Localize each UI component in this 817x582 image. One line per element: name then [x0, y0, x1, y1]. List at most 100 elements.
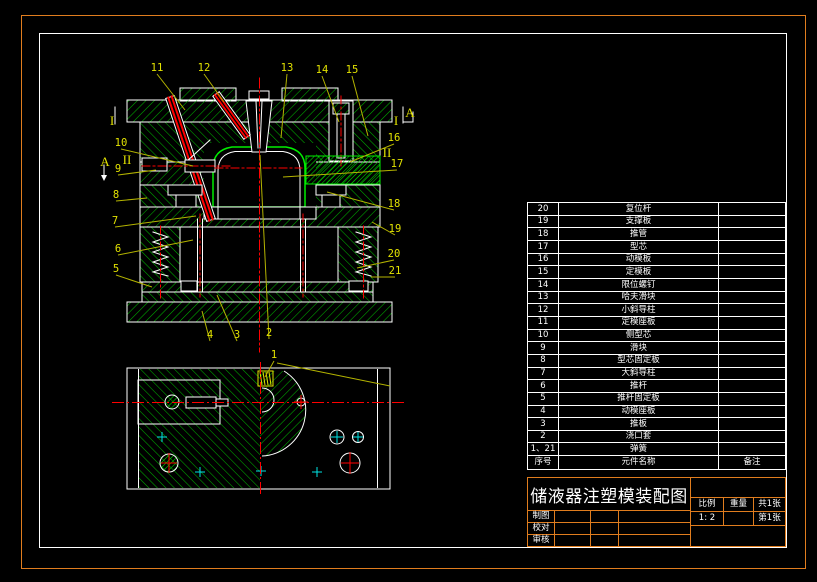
cell-remark [718, 355, 785, 367]
balloon-15: 15 [346, 64, 359, 76]
cell-name: 小斜导柱 [558, 304, 718, 316]
cell-no: 2 [528, 431, 558, 443]
balloon-6: 6 [115, 243, 121, 255]
cell-remark [718, 368, 785, 380]
table-row: 1、21弹簧 [528, 442, 785, 455]
balloon-5: 5 [113, 263, 119, 275]
balloon-1: 1 [271, 349, 277, 361]
balloon-11: 11 [151, 62, 164, 74]
cell-no: 12 [528, 304, 558, 316]
cell-name: 复位杆 [558, 203, 718, 215]
table-row: 11定模座板 [528, 316, 785, 329]
cell-remark [718, 393, 785, 405]
table-row: 16动模板 [528, 253, 785, 266]
sheets-total: 共1张 [754, 498, 785, 511]
balloon-3: 3 [234, 329, 240, 341]
cell-name: 侧型芯 [558, 330, 718, 342]
header-no: 序号 [528, 456, 558, 469]
cell-remark [718, 279, 785, 291]
table-row: 10侧型芯 [528, 329, 785, 342]
core-fix-step-left [168, 185, 202, 195]
cell-name: 弹簧 [558, 443, 718, 455]
cell-name: 浇口套 [558, 431, 718, 443]
balloon-16: 16 [388, 132, 401, 144]
drawing-title: 储液器注塑模装配图 [528, 478, 690, 511]
cell-no: 8 [528, 355, 558, 367]
table-row: 17型芯 [528, 240, 785, 253]
rest-button-left [181, 281, 197, 291]
cell-name: 哈夫滑块 [558, 292, 718, 304]
cell-name: 推杆 [558, 380, 718, 392]
cell-no: 17 [528, 241, 558, 253]
section-mark-I: I [394, 113, 398, 128]
cell-no: 16 [528, 254, 558, 266]
table-row: 2浇口套 [528, 430, 785, 443]
table-row: 12小斜导柱 [528, 303, 785, 316]
cell-name: 推杆固定板 [558, 393, 718, 405]
balloon-2: 2 [266, 327, 272, 339]
scale-header-row: 比例 重量 共1张 [691, 498, 785, 512]
cell-remark [718, 418, 785, 430]
ejector-sleeve-left [176, 195, 196, 207]
header-name: 元件名称 [558, 456, 718, 469]
sign-row-approve: 审核 [528, 535, 690, 546]
cell-remark [718, 317, 785, 329]
cell-name: 限位螺钉 [558, 279, 718, 291]
rest-button-right [349, 281, 368, 291]
sign-row-check: 校对 [528, 523, 690, 535]
cell-name: 型芯 [558, 241, 718, 253]
balloon-4: 4 [207, 329, 213, 341]
cell-no: 1、21 [528, 443, 558, 455]
cell-remark [718, 431, 785, 443]
cell-no: 7 [528, 368, 558, 380]
cell-name: 大斜导柱 [558, 368, 718, 380]
table-row: 18推管 [528, 227, 785, 240]
cell-no: 11 [528, 317, 558, 329]
ejector-plate [142, 292, 373, 302]
cell-name: 滑块 [558, 342, 718, 354]
balloon-17: 17 [391, 158, 404, 170]
cell-no: 5 [528, 393, 558, 405]
table-row: 7大斜导柱 [528, 367, 785, 380]
cell-remark [718, 380, 785, 392]
table-row: 15定模板 [528, 265, 785, 278]
parts-table-rows: 20复位杆19支撑板18推管17型芯16动模板15定模板14限位螺钉13哈夫滑块… [528, 203, 785, 455]
cell-name: 型芯固定板 [558, 355, 718, 367]
title-block-left: 储液器注塑模装配图 制图 校对 审核 [528, 478, 691, 546]
cell-name: 支撑板 [558, 216, 718, 228]
section-mark-II: II [383, 145, 392, 160]
cell-remark [718, 443, 785, 455]
ejector-retainer-plate [142, 282, 373, 292]
sheet-number: 第1张 [754, 512, 785, 525]
section-mark-A: A [405, 105, 415, 120]
weight-value [724, 512, 754, 525]
parts-list-table: 20复位杆19支撑板18推管17型芯16动模板15定模板14限位螺钉13哈夫滑块… [527, 202, 786, 470]
scale-label: 比例 [691, 498, 724, 511]
balloon-8: 8 [113, 189, 119, 201]
section-mark-I: I [110, 113, 114, 128]
table-row: 8型芯固定板 [528, 354, 785, 367]
header-remark: 备注 [718, 456, 785, 469]
cell-remark [718, 216, 785, 228]
label-approved: 审核 [528, 535, 555, 546]
balloon-19: 19 [389, 223, 402, 235]
cell-no: 13 [528, 292, 558, 304]
cell-remark [718, 203, 785, 215]
balloon-9: 9 [115, 163, 121, 175]
table-row: 6推杆 [528, 379, 785, 392]
balloon-14: 14 [316, 64, 329, 76]
cad-drawing-window: 111213141516171819202110987654321 IIIIII… [0, 0, 817, 582]
balloon-20: 20 [388, 248, 401, 260]
cell-remark [718, 304, 785, 316]
scale-value-row: 1: 2 第1张 [691, 512, 785, 526]
wedge-block [306, 156, 380, 184]
balloon-13: 13 [281, 62, 294, 74]
cell-name: 定模座板 [558, 317, 718, 329]
label-checked: 校对 [528, 523, 555, 534]
title-block: 储液器注塑模装配图 制图 校对 审核 比例 [527, 477, 786, 547]
plan-view [112, 362, 404, 497]
section-mark-A: A [100, 154, 110, 169]
label-drawn: 制图 [528, 511, 555, 522]
cell-no: 20 [528, 203, 558, 215]
cell-remark [718, 292, 785, 304]
